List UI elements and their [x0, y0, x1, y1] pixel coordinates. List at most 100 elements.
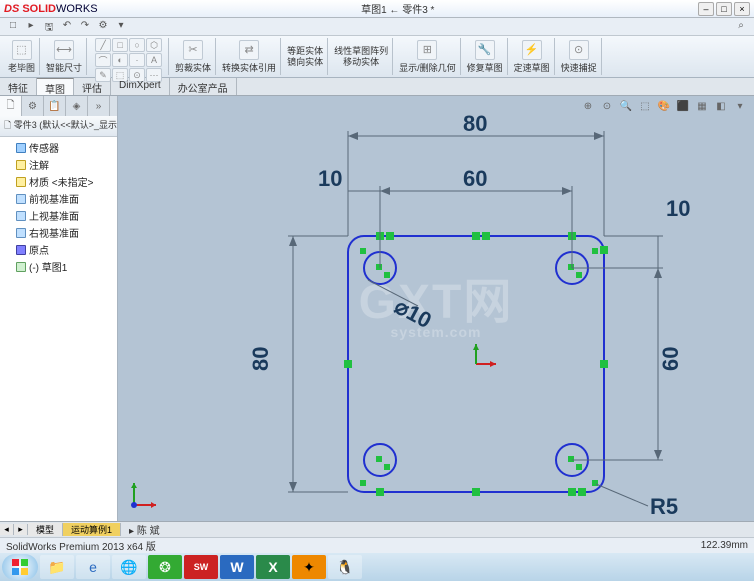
rect-icon[interactable]: □	[112, 38, 128, 52]
ribbon-repair[interactable]: 🔧修复草图	[463, 38, 508, 75]
rapid-icon: ⚡	[522, 40, 542, 60]
dim-width: 80	[463, 111, 487, 136]
tree-annotations[interactable]: 注解	[2, 156, 115, 173]
tree-origin[interactable]: 原点	[2, 241, 115, 258]
app-logo: DS SOLIDWORKS	[4, 3, 98, 15]
dim-hole-h: 60	[463, 166, 487, 191]
tree-front-plane[interactable]: 前视基准面	[2, 190, 115, 207]
ribbon: ⬚老毕图 ⟷智能尺寸 ╱ □ ○ ⬡ ⌒ ◐ · A ✎ ⬚ ⊙ ⋯ ✂剪裁实体…	[0, 36, 754, 78]
ribbon-smart-dim[interactable]: ⟷智能尺寸	[42, 38, 87, 75]
fm-tab-icon[interactable]: 🗋	[0, 96, 22, 116]
qa-open-icon[interactable]: ▸	[24, 20, 38, 34]
dim-offset-r: 10	[666, 196, 690, 221]
line-icon[interactable]: ╱	[95, 38, 111, 52]
tab-scroll-left[interactable]: ◂	[0, 524, 14, 535]
tab-evaluate[interactable]: 评估	[74, 78, 111, 95]
ribbon-tool-0[interactable]: ⬚老毕图	[4, 38, 40, 75]
main-area: 🗋 ⚙ 📋 ◈ » 🗋 零件3 (默认<<默认>_显示状态 传感器 注解 材质 …	[0, 96, 754, 521]
ribbon-snap[interactable]: ⊙快速捕捉	[557, 38, 602, 75]
ribbon-convert[interactable]: ⇄转换实体引用	[218, 38, 281, 75]
breadcrumb[interactable]: ▸ 陈 斌	[121, 522, 168, 537]
sensor-icon	[16, 143, 26, 153]
display-icon: ⊞	[417, 40, 437, 60]
tree-material[interactable]: 材质 <未指定>	[2, 173, 115, 190]
quick-access-toolbar: □ ▸ 🖫 ↶ ↷ ⚙ ▾ ⌕	[0, 18, 754, 36]
dim-icon: ⟷	[54, 40, 74, 60]
ribbon-trim[interactable]: ✂剪裁实体	[171, 38, 216, 75]
qa-undo-icon[interactable]: ↶	[60, 20, 74, 34]
annotation-icon	[16, 160, 26, 170]
cm-tab-icon[interactable]: 📋	[44, 96, 66, 116]
tab-office[interactable]: 办公室产品	[170, 78, 237, 95]
status-coords: 122.39mm	[701, 540, 748, 551]
material-icon	[16, 177, 26, 187]
dimensions[interactable]: 80 60 10 10 80	[248, 111, 690, 519]
tab-dimxpert[interactable]: DimXpert	[111, 78, 170, 95]
sketch-icon	[16, 262, 26, 272]
tree-top-plane[interactable]: 上视基准面	[2, 207, 115, 224]
more-tab-icon[interactable]: »	[88, 96, 110, 116]
point-icon[interactable]: ·	[129, 53, 145, 67]
graphics-viewport[interactable]: ⊕ ⊙ 🔍 ⬚ 🎨 ⬛ ▦ ◧ ▾ GXT网system.com	[118, 96, 754, 521]
task-excel-icon[interactable]: X	[256, 555, 290, 579]
status-bar: SolidWorks Premium 2013 x64 版 122.39mm	[0, 537, 754, 553]
task-qq-icon[interactable]: 🐧	[328, 555, 362, 579]
dim-fillet: R5	[650, 494, 678, 519]
tab-sketch[interactable]: 草图	[37, 78, 74, 95]
pm-tab-icon[interactable]: ⚙	[22, 96, 44, 116]
tab-features[interactable]: 特征	[0, 78, 37, 95]
ribbon-display[interactable]: ⊞显示/删除几何	[395, 38, 461, 75]
circle-icon[interactable]: ○	[129, 38, 145, 52]
tree-right-plane[interactable]: 右视基准面	[2, 224, 115, 241]
task-360-icon[interactable]: ❂	[148, 555, 182, 579]
close-button[interactable]: ×	[734, 2, 750, 16]
task-app-icon[interactable]: ✦	[292, 555, 326, 579]
part-icon: 🗋	[4, 120, 11, 130]
qa-search-icon[interactable]: ⌕	[734, 20, 748, 34]
minimize-button[interactable]: –	[698, 2, 714, 16]
feature-tree[interactable]: 传感器 注解 材质 <未指定> 前视基准面 上视基准面 右视基准面 原点 (-)…	[0, 137, 117, 521]
tab-motion[interactable]: 运动算例1	[63, 523, 121, 536]
tab-scroll-right[interactable]: ▸	[14, 524, 28, 535]
feature-manager: 🗋 ⚙ 📋 ◈ » 🗋 零件3 (默认<<默认>_显示状态 传感器 注解 材质 …	[0, 96, 118, 521]
tree-sketch1[interactable]: (-) 草图1	[2, 258, 115, 275]
maximize-button[interactable]: □	[716, 2, 732, 16]
sketch-canvas[interactable]: 80 60 10 10 80	[118, 96, 754, 521]
bottom-bar: ◂ ▸ 模型 运动算例1 ▸ 陈 斌	[0, 521, 754, 537]
plane-icon	[16, 211, 26, 221]
tree-header[interactable]: 🗋 零件3 (默认<<默认>_显示状态	[0, 116, 117, 137]
task-explorer-icon[interactable]: 📁	[40, 555, 74, 579]
qa-save-icon[interactable]: 🖫	[42, 20, 56, 34]
start-button[interactable]	[2, 554, 38, 580]
task-chrome-icon[interactable]: 🌐	[112, 555, 146, 579]
window-controls: – □ ×	[698, 2, 750, 16]
ribbon-offset[interactable]: 等距实体镜向实体	[283, 38, 328, 75]
repair-icon: 🔧	[475, 40, 495, 60]
dm-tab-icon[interactable]: ◈	[66, 96, 88, 116]
task-ie-icon[interactable]: e	[76, 555, 110, 579]
qa-more-icon[interactable]: ▾	[114, 20, 128, 34]
snap-icon: ⊙	[569, 40, 589, 60]
sketch-origin-triad	[473, 344, 496, 367]
qa-options-icon[interactable]: ⚙	[96, 20, 110, 34]
ribbon-rapidsketch[interactable]: ⚡定速草图	[510, 38, 555, 75]
dim-hole-v: 60	[658, 347, 683, 371]
task-sw-icon[interactable]: SW	[184, 555, 218, 579]
titlebar: DS SOLIDWORKS 草图1 ← 零件3 * – □ ×	[0, 0, 754, 18]
text-icon[interactable]: A	[146, 53, 162, 67]
view-triad-icon	[126, 473, 166, 513]
poly-icon[interactable]: ⬡	[146, 38, 162, 52]
spline-icon[interactable]: ◐	[112, 53, 128, 67]
ribbon-sketch-tools[interactable]: ╱ □ ○ ⬡ ⌒ ◐ · A ✎ ⬚ ⊙ ⋯	[89, 38, 169, 75]
windows-taskbar: 📁 e 🌐 ❂ SW W X ✦ 🐧	[0, 553, 754, 581]
ribbon-pattern[interactable]: 线性草图阵列移动实体	[330, 38, 393, 75]
tree-sensors[interactable]: 传感器	[2, 139, 115, 156]
qa-new-icon[interactable]: □	[6, 20, 20, 34]
ds-swoosh-icon: DS	[4, 3, 19, 15]
origin-icon	[16, 245, 26, 255]
dim-height: 80	[248, 347, 273, 371]
qa-redo-icon[interactable]: ↷	[78, 20, 92, 34]
task-word-icon[interactable]: W	[220, 555, 254, 579]
arc-icon[interactable]: ⌒	[95, 53, 111, 67]
tab-model[interactable]: 模型	[28, 523, 63, 536]
